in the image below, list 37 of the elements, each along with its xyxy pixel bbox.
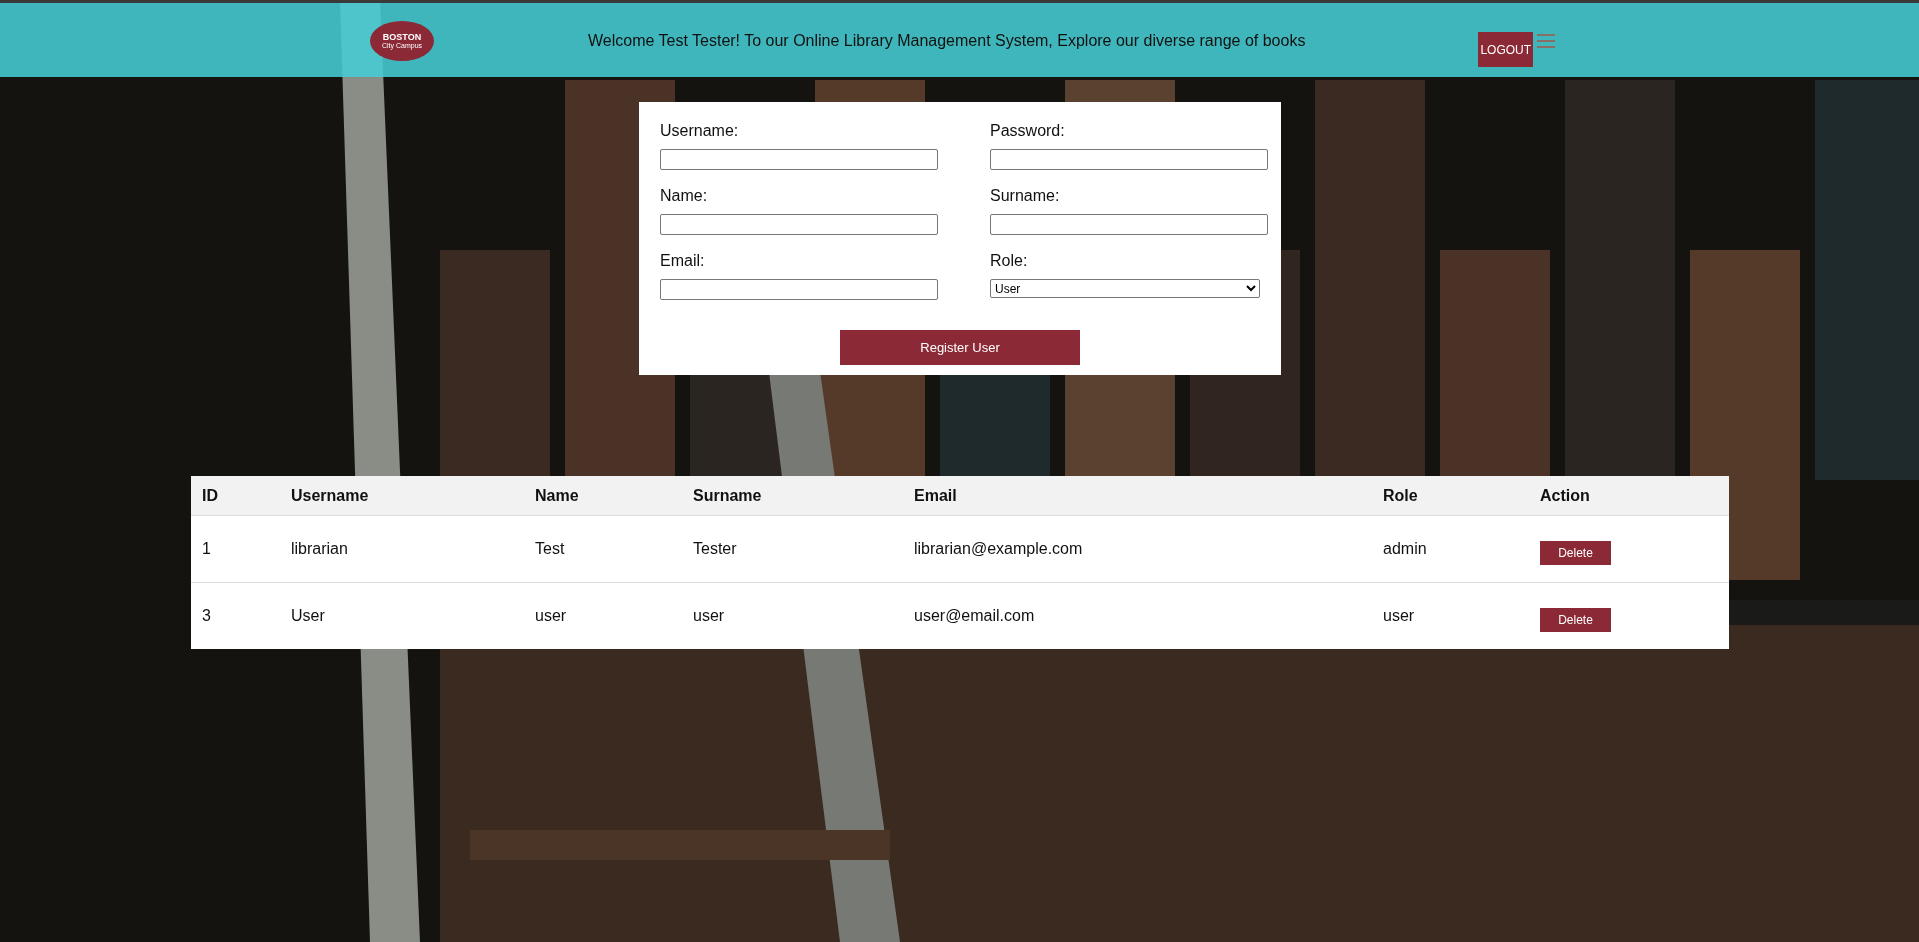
column-header: ID: [191, 476, 280, 516]
table-cell: User: [280, 582, 524, 649]
column-header: Action: [1529, 476, 1729, 516]
logo-title: BOSTON: [382, 32, 422, 42]
field-label: Password:: [990, 122, 1066, 140]
column-header: Email: [903, 476, 1372, 516]
table-cell: 1: [191, 515, 280, 583]
input-field[interactable]: [990, 149, 1268, 170]
table-cell: librarian@example.com: [903, 515, 1372, 583]
input-field[interactable]: [660, 214, 938, 235]
input-field[interactable]: [660, 149, 938, 170]
role-select[interactable]: User: [990, 279, 1260, 298]
field-label: Surname:: [990, 187, 1061, 205]
delete-button[interactable]: Delete: [1540, 608, 1611, 632]
table-cell: 3: [191, 582, 280, 649]
column-header: Surname: [682, 476, 903, 516]
column-header: Role: [1372, 476, 1529, 516]
field-label: Username:: [660, 122, 740, 140]
table-cell: librarian: [280, 515, 524, 583]
logout-button[interactable]: LOGOUT: [1478, 32, 1534, 67]
table-cell: user@email.com: [903, 582, 1372, 649]
table-cell: user: [524, 582, 682, 649]
table-cell: user: [1372, 582, 1529, 649]
table-cell: Test: [524, 515, 682, 583]
table-cell: admin: [1372, 515, 1529, 583]
field-label: Role:: [990, 252, 1029, 270]
delete-button[interactable]: Delete: [1540, 541, 1611, 565]
input-field[interactable]: [660, 279, 938, 300]
welcome-message: Welcome Test Tester! To our Online Library Management System, Explore our diverse range of books: [588, 32, 1306, 50]
column-header: Username: [280, 476, 524, 516]
input-field[interactable]: [990, 214, 1268, 235]
table-cell: Tester: [682, 515, 903, 583]
register-button[interactable]: Register User: [840, 330, 1080, 365]
field-label: Email:: [660, 252, 706, 270]
column-header: Name: [524, 476, 682, 516]
field-label: Name:: [660, 187, 709, 205]
table-cell: user: [682, 582, 903, 649]
